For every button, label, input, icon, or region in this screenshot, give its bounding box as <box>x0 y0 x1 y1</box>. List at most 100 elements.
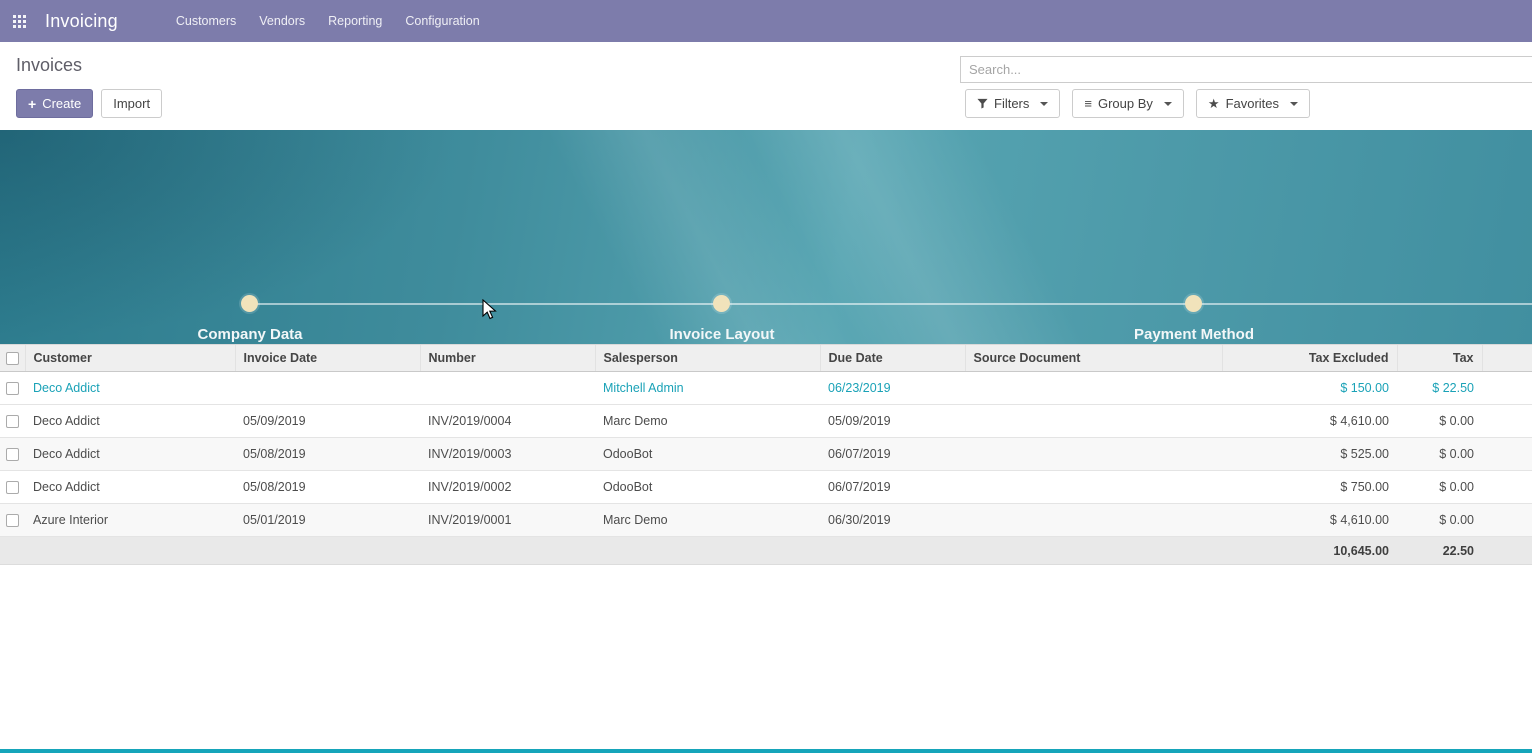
cell-tax: $ 22.50 <box>1397 372 1482 405</box>
search-options: Filters ≡ Group By ★ Favorites <box>965 89 1310 118</box>
cell-tax-excluded: $ 150.00 <box>1222 372 1397 405</box>
cell-customer: Azure Interior <box>25 504 235 537</box>
table-header-row: Customer Invoice Date Number Salesperson… <box>0 345 1532 372</box>
cell-source-document <box>965 438 1222 471</box>
column-header-tax[interactable]: Tax <box>1397 345 1482 372</box>
cell-customer: Deco Addict <box>25 471 235 504</box>
filter-funnel-icon <box>977 98 988 109</box>
select-all-checkbox[interactable] <box>6 352 19 365</box>
favorites-button-label: Favorites <box>1226 96 1279 111</box>
column-header-salesperson[interactable]: Salesperson <box>595 345 820 372</box>
cell-tax-excluded: $ 525.00 <box>1222 438 1397 471</box>
cell-source-document <box>965 405 1222 438</box>
favorites-button[interactable]: ★ Favorites <box>1196 89 1310 118</box>
cell-due-date: 06/30/2019 <box>820 504 965 537</box>
cell-source-document <box>965 372 1222 405</box>
app-title[interactable]: Invoicing <box>45 11 118 32</box>
cell-number: INV/2019/0001 <box>420 504 595 537</box>
nav-item-customers[interactable]: Customers <box>174 10 238 32</box>
totals-row: 10,645.00 22.50 <box>0 537 1532 565</box>
cell-source-document <box>965 471 1222 504</box>
row-checkbox[interactable] <box>6 448 19 461</box>
cell-number: INV/2019/0004 <box>420 405 595 438</box>
star-icon: ★ <box>1208 97 1220 110</box>
create-button[interactable]: + Create <box>16 89 93 118</box>
row-checkbox[interactable] <box>6 415 19 428</box>
cell-customer: Deco Addict <box>25 372 235 405</box>
progress-dot <box>1185 295 1202 312</box>
cell-number <box>420 372 595 405</box>
column-header-customer[interactable]: Customer <box>25 345 235 372</box>
cell-salesperson: OdooBot <box>595 438 820 471</box>
onboarding-step-payment-method: Payment Method Configure your payment me… <box>1034 326 1354 344</box>
total-tax-excluded: 10,645.00 <box>1222 537 1397 565</box>
table-row[interactable]: Deco Addict Mitchell Admin 06/23/2019 $ … <box>0 372 1532 405</box>
control-panel: Invoices + Create Import Filters ≡ Group… <box>0 42 1532 130</box>
row-checkbox[interactable] <box>6 382 19 395</box>
column-header-tax-excluded[interactable]: Tax Excluded <box>1222 345 1397 372</box>
nav-item-configuration[interactable]: Configuration <box>403 10 481 32</box>
column-header-source-document[interactable]: Source Document <box>965 345 1222 372</box>
cell-number: INV/2019/0002 <box>420 471 595 504</box>
cell-tax: $ 0.00 <box>1397 471 1482 504</box>
progress-dot <box>713 295 730 312</box>
progress-dot <box>241 295 258 312</box>
cell-invoice-date: 05/08/2019 <box>235 471 420 504</box>
plus-icon: + <box>28 97 36 111</box>
cell-due-date: 06/07/2019 <box>820 471 965 504</box>
create-button-label: Create <box>42 96 81 111</box>
cell-invoice-date: 05/09/2019 <box>235 405 420 438</box>
cell-salesperson: Marc Demo <box>595 405 820 438</box>
cell-tax-excluded: $ 4,610.00 <box>1222 504 1397 537</box>
apps-menu-icon[interactable] <box>13 15 26 28</box>
cell-customer: Deco Addict <box>25 438 235 471</box>
table-row[interactable]: Deco Addict 05/08/2019 INV/2019/0003 Odo… <box>0 438 1532 471</box>
cell-salesperson: OdooBot <box>595 471 820 504</box>
row-checkbox[interactable] <box>6 514 19 527</box>
group-by-button[interactable]: ≡ Group By <box>1072 89 1184 118</box>
cell-tax-excluded: $ 4,610.00 <box>1222 405 1397 438</box>
cell-due-date: 05/09/2019 <box>820 405 965 438</box>
invoice-table: Customer Invoice Date Number Salesperson… <box>0 344 1532 565</box>
nav-item-vendors[interactable]: Vendors <box>257 10 307 32</box>
invoice-list-view: Customer Invoice Date Number Salesperson… <box>0 344 1532 565</box>
onboarding-step-invoice-layout: Invoice Layout Customize the look of you… <box>562 326 882 344</box>
import-button[interactable]: Import <box>101 89 162 118</box>
bottom-strip <box>0 749 1532 753</box>
chevron-down-icon <box>1290 102 1298 106</box>
search-input[interactable] <box>960 56 1532 83</box>
cell-invoice-date: 05/08/2019 <box>235 438 420 471</box>
page-title: Invoices <box>16 55 82 76</box>
cell-tax: $ 0.00 <box>1397 405 1482 438</box>
cell-tax-excluded: $ 750.00 <box>1222 471 1397 504</box>
filters-button-label: Filters <box>994 96 1029 111</box>
onboarding-banner: Company Data Set your company's data for… <box>0 130 1532 344</box>
column-header-number[interactable]: Number <box>420 345 595 372</box>
chevron-down-icon <box>1040 102 1048 106</box>
row-checkbox[interactable] <box>6 481 19 494</box>
cell-tax: $ 0.00 <box>1397 438 1482 471</box>
chevron-down-icon <box>1164 102 1172 106</box>
onboarding-progress-line <box>250 303 1532 305</box>
filters-button[interactable]: Filters <box>965 89 1060 118</box>
cell-customer: Deco Addict <box>25 405 235 438</box>
cell-source-document <box>965 504 1222 537</box>
nav-item-reporting[interactable]: Reporting <box>326 10 384 32</box>
top-navbar: Invoicing Customers Vendors Reporting Co… <box>0 0 1532 42</box>
column-header-due-date[interactable]: Due Date <box>820 345 965 372</box>
select-all-cell <box>0 345 25 372</box>
group-by-icon: ≡ <box>1084 97 1092 110</box>
table-row[interactable]: Deco Addict 05/09/2019 INV/2019/0004 Mar… <box>0 405 1532 438</box>
cell-tax: $ 0.00 <box>1397 504 1482 537</box>
column-header-invoice-date[interactable]: Invoice Date <box>235 345 420 372</box>
total-tax: 22.50 <box>1397 537 1482 565</box>
import-button-label: Import <box>113 96 150 111</box>
step-title: Payment Method <box>1134 326 1254 343</box>
table-row[interactable]: Deco Addict 05/08/2019 INV/2019/0002 Odo… <box>0 471 1532 504</box>
cell-invoice-date: 05/01/2019 <box>235 504 420 537</box>
navbar-menus: Customers Vendors Reporting Configuratio… <box>174 10 482 32</box>
cell-salesperson: Mitchell Admin <box>595 372 820 405</box>
table-row[interactable]: Azure Interior 05/01/2019 INV/2019/0001 … <box>0 504 1532 537</box>
cell-number: INV/2019/0003 <box>420 438 595 471</box>
column-header-filler <box>1482 345 1532 372</box>
